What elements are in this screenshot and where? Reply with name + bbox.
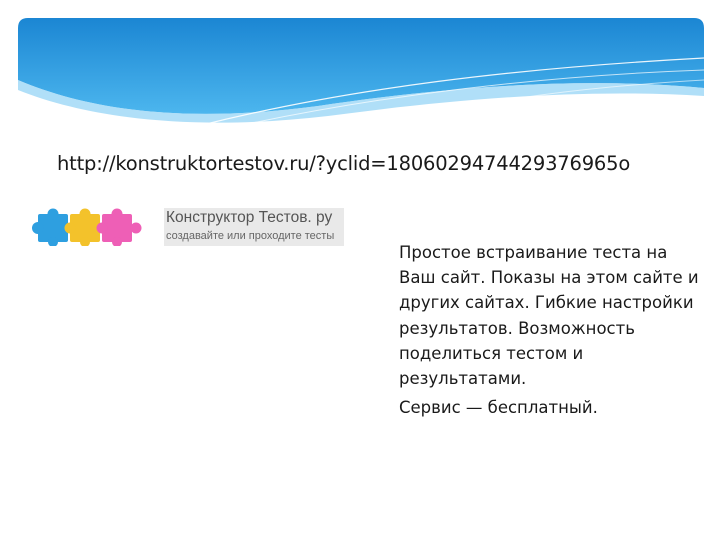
logo-title: Конструктор Тестов. ру <box>166 209 333 226</box>
puzzle-pieces-icon <box>32 208 142 246</box>
url-text: http://konstruktortestov.ru/?yclid=18060… <box>57 152 631 175</box>
header-banner <box>18 18 704 126</box>
puzzle-piece-blue <box>32 208 68 246</box>
description-paragraph: Простое встраивание теста на Ваш сайт. П… <box>399 243 699 389</box>
puzzle-piece-yellow <box>64 208 100 246</box>
site-logo: Конструктор Тестов. ру создавайте или пр… <box>30 208 348 250</box>
logo-subtitle: создавайте или проходите тесты <box>166 230 335 242</box>
puzzle-piece-pink <box>96 208 142 246</box>
description-paragraph: Сервис — бесплатный. <box>399 398 598 418</box>
description: Простое встраивание теста на Ваш сайт. П… <box>399 240 699 420</box>
logo-text-box: Конструктор Тестов. ру создавайте или пр… <box>164 208 344 246</box>
